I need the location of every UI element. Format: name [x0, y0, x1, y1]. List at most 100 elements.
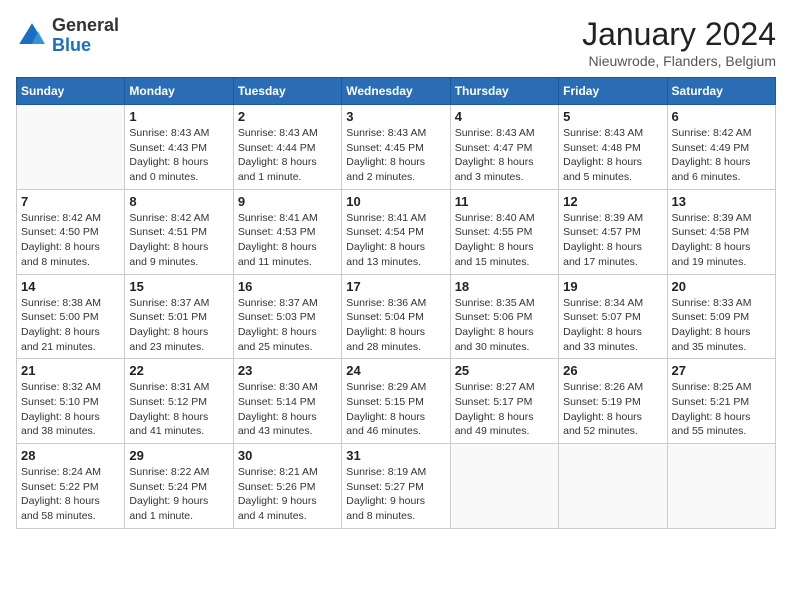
- day-number: 4: [455, 109, 554, 124]
- day-info: Sunrise: 8:34 AMSunset: 5:07 PMDaylight:…: [563, 296, 662, 355]
- calendar-cell: 25Sunrise: 8:27 AMSunset: 5:17 PMDayligh…: [450, 359, 558, 444]
- calendar-cell: 9Sunrise: 8:41 AMSunset: 4:53 PMDaylight…: [233, 189, 341, 274]
- day-info: Sunrise: 8:33 AMSunset: 5:09 PMDaylight:…: [672, 296, 771, 355]
- day-number: 16: [238, 279, 337, 294]
- day-number: 29: [129, 448, 228, 463]
- day-info: Sunrise: 8:38 AMSunset: 5:00 PMDaylight:…: [21, 296, 120, 355]
- day-number: 19: [563, 279, 662, 294]
- calendar-header-thursday: Thursday: [450, 78, 558, 105]
- calendar-week-row: 21Sunrise: 8:32 AMSunset: 5:10 PMDayligh…: [17, 359, 776, 444]
- day-number: 6: [672, 109, 771, 124]
- day-number: 2: [238, 109, 337, 124]
- day-info: Sunrise: 8:19 AMSunset: 5:27 PMDaylight:…: [346, 465, 445, 524]
- day-number: 24: [346, 363, 445, 378]
- month-title: January 2024: [582, 16, 776, 53]
- day-number: 8: [129, 194, 228, 209]
- day-number: 31: [346, 448, 445, 463]
- day-info: Sunrise: 8:42 AMSunset: 4:51 PMDaylight:…: [129, 211, 228, 270]
- day-info: Sunrise: 8:26 AMSunset: 5:19 PMDaylight:…: [563, 380, 662, 439]
- calendar-week-row: 14Sunrise: 8:38 AMSunset: 5:00 PMDayligh…: [17, 274, 776, 359]
- calendar-cell: 11Sunrise: 8:40 AMSunset: 4:55 PMDayligh…: [450, 189, 558, 274]
- day-number: 27: [672, 363, 771, 378]
- calendar-header-tuesday: Tuesday: [233, 78, 341, 105]
- logo: General Blue: [16, 16, 119, 56]
- calendar-cell: 21Sunrise: 8:32 AMSunset: 5:10 PMDayligh…: [17, 359, 125, 444]
- day-number: 17: [346, 279, 445, 294]
- day-number: 21: [21, 363, 120, 378]
- day-number: 25: [455, 363, 554, 378]
- calendar-cell: 31 Sunrise: 8:19 AMSunset: 5:27 PMDayligh…: [342, 444, 450, 529]
- calendar-header-friday: Friday: [559, 78, 667, 105]
- calendar-cell: 5 Sunrise: 8:43 AMSunset: 4:48 PMDaylight…: [559, 105, 667, 190]
- day-number: 28: [21, 448, 120, 463]
- calendar-cell: 13 Sunrise: 8:39 AMSunset: 4:58 PMDayligh…: [667, 189, 775, 274]
- calendar-cell: 24Sunrise: 8:29 AMSunset: 5:15 PMDayligh…: [342, 359, 450, 444]
- calendar-cell: [559, 444, 667, 529]
- calendar-header-row: SundayMondayTuesdayWednesdayThursdayFrid…: [17, 78, 776, 105]
- calendar-cell: 7Sunrise: 8:42 AMSunset: 4:50 PMDaylight…: [17, 189, 125, 274]
- location: Nieuwrode, Flanders, Belgium: [582, 53, 776, 69]
- calendar-cell: 2 Sunrise: 8:43 AMSunset: 4:44 PMDaylight…: [233, 105, 341, 190]
- day-info: Sunrise: 8:37 AMSunset: 5:01 PMDaylight:…: [129, 296, 228, 355]
- calendar-cell: 17 Sunrise: 8:36 AMSunset: 5:04 PMDayligh…: [342, 274, 450, 359]
- calendar-header-monday: Monday: [125, 78, 233, 105]
- calendar-cell: 28 Sunrise: 8:24 AMSunset: 5:22 PMDayligh…: [17, 444, 125, 529]
- calendar-cell: 18 Sunrise: 8:35 AMSunset: 5:06 PMDayligh…: [450, 274, 558, 359]
- calendar-cell: 20 Sunrise: 8:33 AMSunset: 5:09 PMDayligh…: [667, 274, 775, 359]
- calendar-cell: 26 Sunrise: 8:26 AMSunset: 5:19 PMDayligh…: [559, 359, 667, 444]
- day-number: 30: [238, 448, 337, 463]
- day-info: Sunrise: 8:42 AMSunset: 4:49 PMDaylight:…: [672, 126, 771, 185]
- calendar-cell: 19 Sunrise: 8:34 AMSunset: 5:07 PMDayligh…: [559, 274, 667, 359]
- day-number: 18: [455, 279, 554, 294]
- day-info: Sunrise: 8:36 AMSunset: 5:04 PMDaylight:…: [346, 296, 445, 355]
- day-info: Sunrise: 8:41 AMSunset: 4:54 PMDaylight:…: [346, 211, 445, 270]
- day-number: 20: [672, 279, 771, 294]
- page-header: General Blue January 2024 Nieuwrode, Fla…: [16, 16, 776, 69]
- day-info: Sunrise: 8:43 AMSunset: 4:44 PMDaylight:…: [238, 126, 337, 185]
- day-info: Sunrise: 8:24 AMSunset: 5:22 PMDaylight:…: [21, 465, 120, 524]
- day-info: Sunrise: 8:43 AMSunset: 4:47 PMDaylight:…: [455, 126, 554, 185]
- logo-text: General Blue: [52, 16, 119, 56]
- day-number: 23: [238, 363, 337, 378]
- day-info: Sunrise: 8:22 AMSunset: 5:24 PMDaylight:…: [129, 465, 228, 524]
- day-info: Sunrise: 8:43 AMSunset: 4:45 PMDaylight:…: [346, 126, 445, 185]
- day-number: 10: [346, 194, 445, 209]
- calendar-cell: [17, 105, 125, 190]
- calendar-cell: 12Sunrise: 8:39 AMSunset: 4:57 PMDayligh…: [559, 189, 667, 274]
- day-info: Sunrise: 8:43 AMSunset: 4:43 PMDaylight:…: [129, 126, 228, 185]
- calendar-week-row: 28 Sunrise: 8:24 AMSunset: 5:22 PMDayligh…: [17, 444, 776, 529]
- title-section: January 2024 Nieuwrode, Flanders, Belgiu…: [582, 16, 776, 69]
- day-info: Sunrise: 8:30 AMSunset: 5:14 PMDaylight:…: [238, 380, 337, 439]
- calendar-cell: 6 Sunrise: 8:42 AMSunset: 4:49 PMDaylight…: [667, 105, 775, 190]
- day-number: 1: [129, 109, 228, 124]
- day-info: Sunrise: 8:41 AMSunset: 4:53 PMDaylight:…: [238, 211, 337, 270]
- day-number: 11: [455, 194, 554, 209]
- day-number: 22: [129, 363, 228, 378]
- calendar-cell: 15Sunrise: 8:37 AMSunset: 5:01 PMDayligh…: [125, 274, 233, 359]
- calendar-cell: 3Sunrise: 8:43 AMSunset: 4:45 PMDaylight…: [342, 105, 450, 190]
- calendar-cell: 23 Sunrise: 8:30 AMSunset: 5:14 PMDayligh…: [233, 359, 341, 444]
- day-number: 7: [21, 194, 120, 209]
- day-info: Sunrise: 8:43 AMSunset: 4:48 PMDaylight:…: [563, 126, 662, 185]
- day-number: 26: [563, 363, 662, 378]
- day-info: Sunrise: 8:21 AMSunset: 5:26 PMDaylight:…: [238, 465, 337, 524]
- day-info: Sunrise: 8:35 AMSunset: 5:06 PMDaylight:…: [455, 296, 554, 355]
- logo-icon: [16, 20, 48, 52]
- calendar-cell: [667, 444, 775, 529]
- day-info: Sunrise: 8:25 AMSunset: 5:21 PMDaylight:…: [672, 380, 771, 439]
- day-info: Sunrise: 8:39 AMSunset: 4:58 PMDaylight:…: [672, 211, 771, 270]
- calendar-cell: 29 Sunrise: 8:22 AMSunset: 5:24 PMDayligh…: [125, 444, 233, 529]
- calendar-table: SundayMondayTuesdayWednesdayThursdayFrid…: [16, 77, 776, 529]
- calendar-week-row: 7Sunrise: 8:42 AMSunset: 4:50 PMDaylight…: [17, 189, 776, 274]
- calendar-cell: 10 Sunrise: 8:41 AMSunset: 4:54 PMDayligh…: [342, 189, 450, 274]
- day-number: 5: [563, 109, 662, 124]
- calendar-header-sunday: Sunday: [17, 78, 125, 105]
- calendar-cell: 14Sunrise: 8:38 AMSunset: 5:00 PMDayligh…: [17, 274, 125, 359]
- day-number: 13: [672, 194, 771, 209]
- calendar-cell: 30 Sunrise: 8:21 AMSunset: 5:26 PMDayligh…: [233, 444, 341, 529]
- calendar-header-saturday: Saturday: [667, 78, 775, 105]
- calendar-cell: 8 Sunrise: 8:42 AMSunset: 4:51 PMDaylight…: [125, 189, 233, 274]
- day-number: 12: [563, 194, 662, 209]
- calendar-header-wednesday: Wednesday: [342, 78, 450, 105]
- day-info: Sunrise: 8:31 AMSunset: 5:12 PMDaylight:…: [129, 380, 228, 439]
